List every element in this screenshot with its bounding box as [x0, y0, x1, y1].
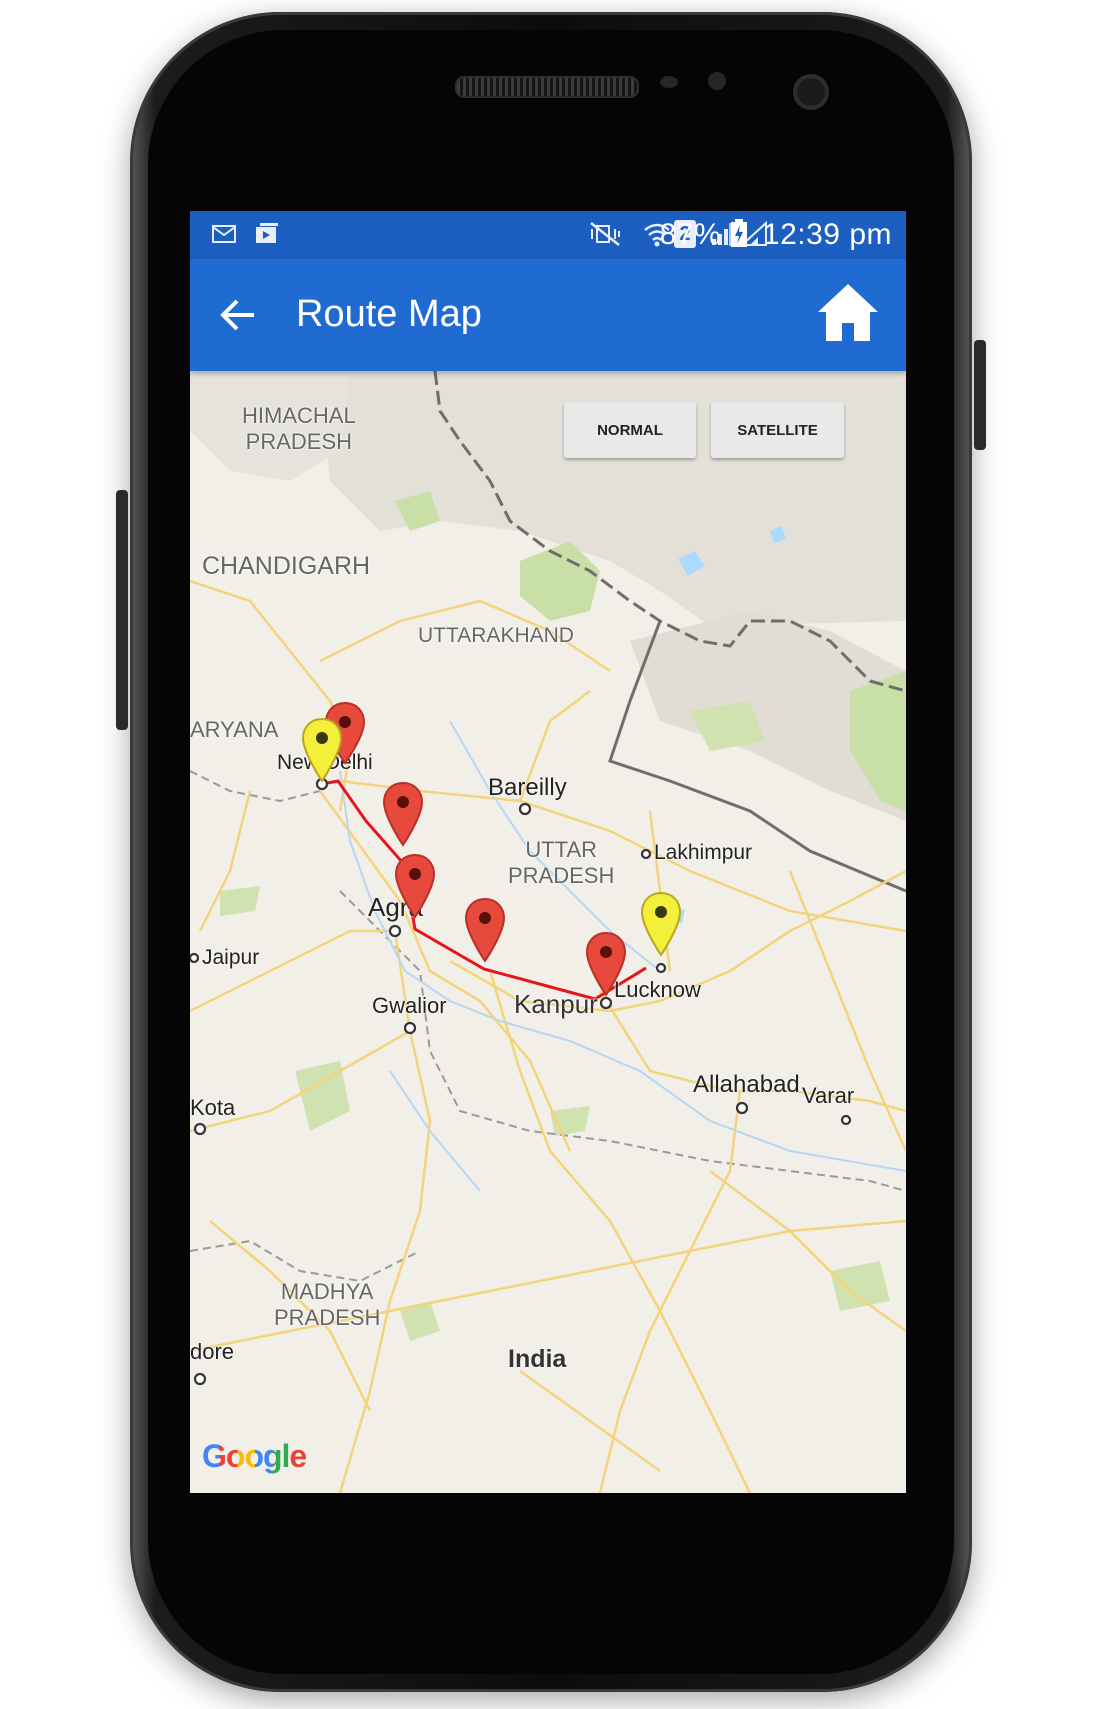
endpoint-marker-start[interactable]: [301, 717, 343, 783]
battery-percent: 87%: [659, 218, 722, 251]
city-label-lucknow: Lucknow: [614, 977, 701, 1002]
google-logo-text: Google: [202, 1438, 307, 1474]
country-label: India: [508, 1345, 567, 1373]
earpiece-speaker: [455, 76, 639, 98]
waypoint-marker[interactable]: [585, 931, 627, 997]
light-sensor: [708, 72, 726, 90]
mute-icon: [590, 222, 620, 246]
waypoint-marker[interactable]: [464, 897, 506, 963]
city-label-jaipur: Jaipur: [202, 946, 260, 969]
google-logo: Google: [202, 1438, 307, 1475]
map-type-satellite-button[interactable]: SATELLITE: [711, 402, 844, 458]
city-label-bareilly: Bareilly: [488, 774, 567, 801]
city-label-lakhimpur: Lakhimpur: [654, 841, 753, 864]
media-icon: [256, 223, 278, 243]
city-label-allahabad: Allahabad: [693, 1071, 800, 1098]
battery-charging-icon: [731, 219, 748, 247]
proximity-sensor: [660, 76, 678, 88]
city-label-indore: dore: [190, 1339, 235, 1364]
city-label-gwalior: Gwalior: [372, 993, 447, 1018]
region-label-himachal: HIMACHAL PRADESH: [242, 403, 356, 454]
region-label-uttarakhand: UTTARAKHAND: [418, 624, 574, 647]
map-type-normal-button[interactable]: NORMAL: [564, 402, 696, 458]
volume-button: [116, 490, 128, 730]
page-title: Route Map: [296, 293, 482, 335]
mail-icon: [212, 225, 236, 243]
region-label-madhya-pradesh: MADHYA PRADESH: [274, 1279, 381, 1330]
city-label-varanasi: Varar: [802, 1083, 855, 1108]
region-label-haryana: ARYANA: [190, 717, 279, 742]
status-right: 87% 12:39 pm: [660, 217, 892, 253]
clock: 12:39 pm: [762, 218, 892, 251]
app-bar: Route Map: [190, 259, 906, 371]
power-button: [974, 340, 986, 450]
front-camera: [793, 74, 829, 110]
waypoint-marker[interactable]: [394, 853, 436, 919]
route-map[interactable]: HIMACHAL PRADESH CHANDIGARH UTTARAKHAND …: [190, 371, 906, 1493]
waypoint-marker[interactable]: [382, 781, 424, 847]
city-label-kota: Kota: [190, 1095, 236, 1120]
phone-screen: 2 87% 12:39 pm Route Map HIMACHAL PRADES…: [190, 211, 906, 1493]
status-bar: 2 87% 12:39 pm: [190, 211, 906, 259]
endpoint-marker-end[interactable]: [640, 891, 682, 957]
arrow-left-icon[interactable]: [218, 295, 258, 335]
region-label-chandigarh: CHANDIGARH: [202, 552, 371, 580]
home-icon[interactable]: [816, 281, 880, 345]
region-label-uttar-pradesh: UTTAR PRADESH: [508, 837, 615, 888]
